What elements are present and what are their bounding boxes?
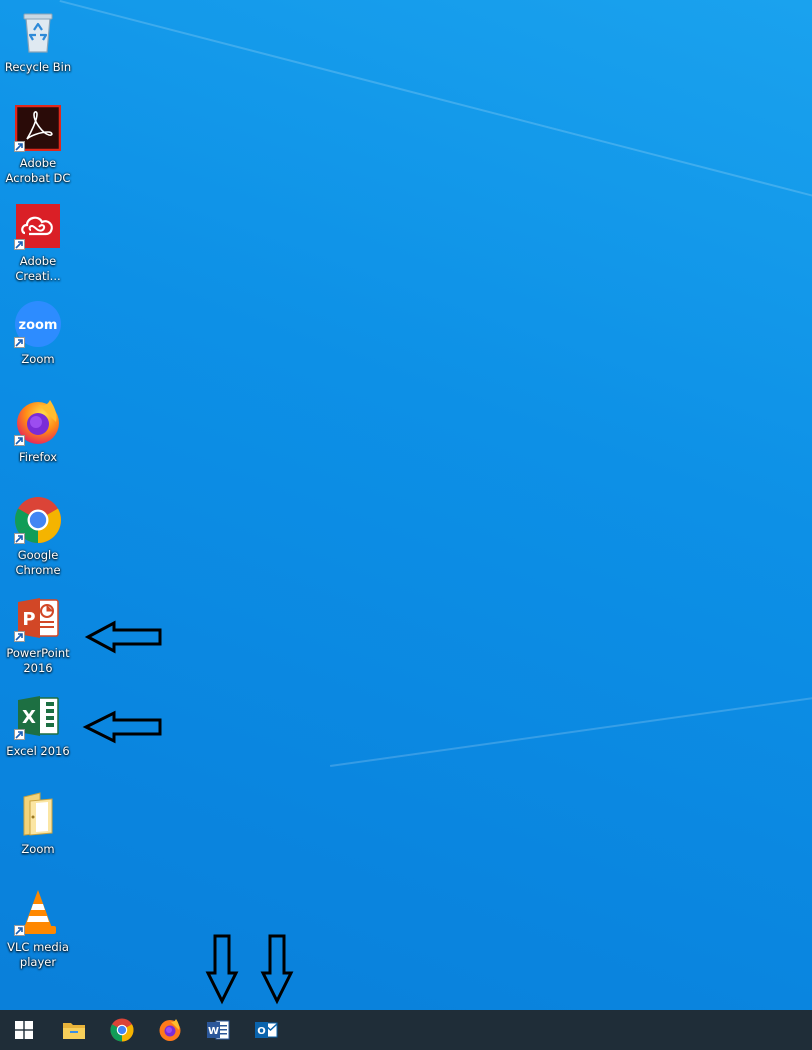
excel-logo-letter: X: [22, 707, 36, 728]
desktop-icon-label: Firefox: [18, 450, 58, 464]
firefox-icon: [159, 1019, 181, 1041]
wallpaper-streak: [59, 0, 812, 208]
desktop-icon-powerpoint[interactable]: P PowerPoint 2016: [2, 594, 74, 676]
desktop-icon-adobe-creative-cloud[interactable]: Adobe Creati...: [2, 202, 74, 284]
desktop-icon-label: Adobe Acrobat DC: [5, 156, 71, 185]
annotation-arrow-left: [84, 620, 162, 654]
desktop-icon-label: VLC media player: [7, 940, 69, 969]
desktop-icon-zoom[interactable]: zoom Zoom: [2, 300, 74, 367]
file-explorer-icon: [63, 1023, 85, 1039]
taskbar-outlook[interactable]: O: [242, 1010, 290, 1050]
desktop-icon-recycle-bin[interactable]: Recycle Bin: [2, 8, 74, 75]
chrome-icon: [110, 1018, 134, 1042]
chrome-icon: [14, 496, 62, 544]
folder-icon: [14, 790, 62, 838]
start-button[interactable]: [0, 1010, 48, 1050]
taskbar-chrome[interactable]: [98, 1010, 146, 1050]
firefox-icon: [14, 398, 62, 446]
shortcut-arrow-icon: [14, 435, 25, 446]
taskbar-word[interactable]: W: [194, 1010, 242, 1050]
word-logo-letter: W: [208, 1026, 219, 1037]
annotation-arrow-down: [260, 934, 294, 1005]
desktop-icon-label: PowerPoint 2016: [6, 646, 70, 675]
shortcut-arrow-icon: [14, 925, 25, 936]
shortcut-arrow-icon: [14, 239, 25, 250]
taskbar: W O: [0, 1010, 812, 1050]
recycle-bin-icon: [14, 8, 62, 56]
desktop-icon-vlc[interactable]: VLC media player: [2, 888, 74, 970]
powerpoint-logo-letter: P: [22, 609, 35, 630]
shortcut-arrow-icon: [14, 337, 25, 348]
desktop[interactable]: Recycle Bin Adobe Acrobat DC Adobe Creat…: [0, 0, 812, 1050]
desktop-icon-label: Zoom: [21, 352, 55, 366]
desktop-icon-label: Excel 2016: [6, 744, 70, 758]
desktop-icon-label: Zoom: [21, 842, 55, 856]
shortcut-arrow-icon: [14, 729, 25, 740]
wallpaper-streak: [330, 692, 812, 767]
desktop-icon-adobe-acrobat[interactable]: Adobe Acrobat DC: [2, 104, 74, 186]
taskbar-file-explorer[interactable]: [50, 1010, 98, 1050]
annotation-arrow-down: [205, 934, 239, 1005]
windows-start-icon: [15, 1021, 33, 1039]
adobe-creative-cloud-icon: [14, 202, 62, 250]
desktop-icon-zoom-folder[interactable]: Zoom: [2, 790, 74, 857]
excel-icon: X: [14, 692, 62, 740]
outlook-icon: O: [255, 1022, 278, 1038]
word-icon: W: [207, 1020, 230, 1040]
desktop-icon-firefox[interactable]: Firefox: [2, 398, 74, 465]
vlc-icon: [14, 888, 62, 936]
desktop-icon-label: Recycle Bin: [4, 60, 72, 74]
zoom-icon: zoom: [14, 300, 62, 348]
outlook-logo-letter: O: [257, 1026, 266, 1037]
desktop-icon-label: Adobe Creati...: [15, 254, 61, 283]
annotation-arrow-left: [82, 710, 162, 744]
shortcut-arrow-icon: [14, 533, 25, 544]
shortcut-arrow-icon: [14, 631, 25, 642]
taskbar-firefox[interactable]: [146, 1010, 194, 1050]
shortcut-arrow-icon: [14, 141, 25, 152]
adobe-acrobat-icon: [14, 104, 62, 152]
desktop-icon-google-chrome[interactable]: Google Chrome: [2, 496, 74, 578]
zoom-logo-text: zoom: [19, 318, 58, 333]
desktop-icon-excel[interactable]: X Excel 2016: [2, 692, 74, 759]
desktop-icon-label: Google Chrome: [15, 548, 61, 577]
powerpoint-icon: P: [14, 594, 62, 642]
